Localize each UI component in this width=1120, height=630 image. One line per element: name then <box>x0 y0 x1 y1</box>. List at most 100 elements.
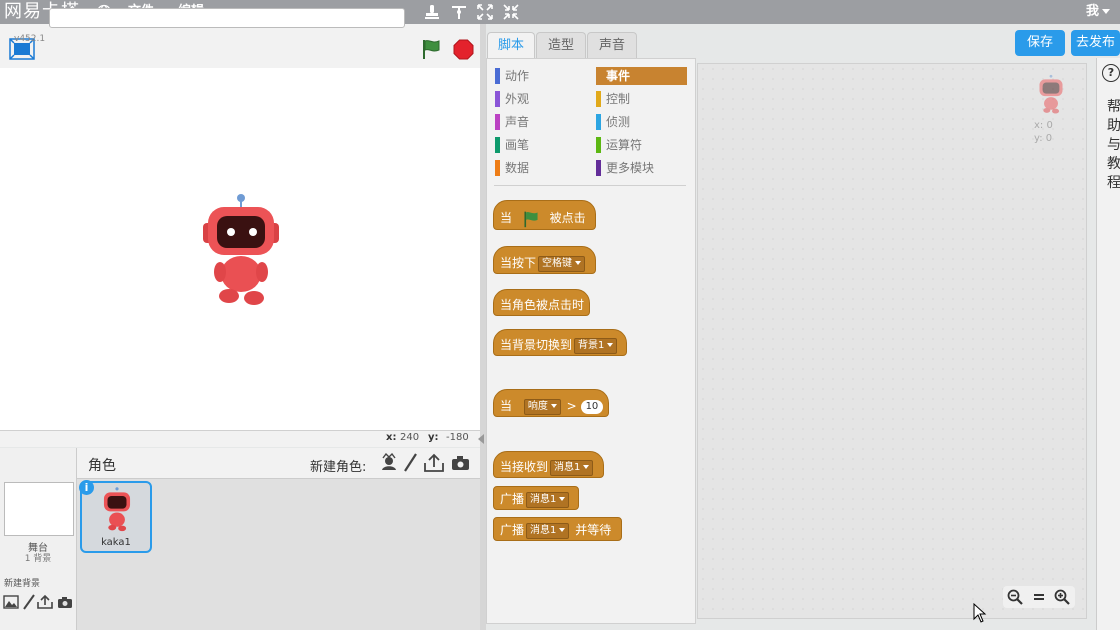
when-key-pressed-block[interactable]: 当按下 空格键 <box>493 246 596 274</box>
sensing-color-swatch <box>596 114 601 130</box>
sensor-dropdown[interactable]: 响度 <box>523 398 561 415</box>
upload-backdrop-icon[interactable] <box>37 594 53 609</box>
script-area[interactable]: x: 0 y: 0 <box>697 63 1087 619</box>
tab-scripts[interactable]: 脚本 <box>487 32 535 60</box>
message-dropdown[interactable]: 消息1 <box>550 459 594 476</box>
operators-color-swatch <box>596 137 601 153</box>
new-backdrop-label: 新建背景 <box>4 579 41 589</box>
dropdown-arrow-icon <box>575 260 582 265</box>
when-receive-block[interactable]: 当接收到 消息1 <box>493 451 604 478</box>
category-sound[interactable]: 声音 <box>495 113 585 131</box>
category-control[interactable]: 控制 <box>596 90 686 108</box>
category-motion[interactable]: 动作 <box>495 67 585 85</box>
dropdown-arrow-icon <box>559 527 566 532</box>
dropdown-value: 消息1 <box>530 493 557 505</box>
robot-sprite-icon[interactable] <box>198 192 284 306</box>
category-operators-label: 运算符 <box>606 138 643 152</box>
dropdown-value: 响度 <box>527 400 548 412</box>
palette-separator <box>494 185 686 186</box>
sprite-header <box>77 448 480 479</box>
events-color-swatch <box>596 68 601 84</box>
zoom-controls <box>1003 586 1075 608</box>
grow-icon[interactable] <box>476 3 494 21</box>
green-flag-icon <box>524 211 538 227</box>
block-text: 当角色被点击时 <box>500 298 585 312</box>
zoom-out-icon[interactable] <box>1007 589 1023 605</box>
message-dropdown[interactable]: 消息1 <box>526 522 570 539</box>
block-text: 当按下 <box>500 256 537 270</box>
publish-button[interactable]: 去发布 <box>1071 30 1120 56</box>
zoom-reset-icon[interactable] <box>1031 589 1047 605</box>
stage-y-value: -180 <box>446 432 469 443</box>
control-color-swatch <box>596 91 601 107</box>
message-dropdown[interactable]: 消息1 <box>526 491 570 508</box>
shrink-icon[interactable] <box>502 3 520 21</box>
duplicate-stamp-icon[interactable] <box>423 3 441 21</box>
mouse-cursor-icon <box>973 603 987 623</box>
category-sensing[interactable]: 侦测 <box>596 113 686 131</box>
category-pen[interactable]: 画笔 <box>495 136 585 154</box>
upload-sprite-icon[interactable] <box>424 453 444 472</box>
sprite-info-icon[interactable]: i <box>79 480 94 495</box>
stop-icon[interactable] <box>453 39 474 60</box>
broadcast-and-wait-block[interactable]: 广播 消息1 并等待 <box>493 517 622 541</box>
stage-y-label: y: <box>428 432 439 443</box>
category-data[interactable]: 数据 <box>495 159 585 177</box>
category-pen-label: 画笔 <box>505 138 530 152</box>
category-events[interactable]: 事件 <box>596 67 687 85</box>
category-sound-label: 声音 <box>505 115 530 129</box>
green-flag-icon[interactable] <box>420 38 442 60</box>
when-backdrop-switches-block[interactable]: 当背景切换到 背景1 <box>493 329 627 356</box>
camera-backdrop-icon[interactable] <box>57 596 73 609</box>
tab-costumes[interactable]: 造型 <box>536 32 586 59</box>
category-operators[interactable]: 运算符 <box>596 136 686 154</box>
loudness-value-input[interactable]: 10 <box>580 399 604 414</box>
backdrop-library-icon[interactable] <box>3 595 19 609</box>
when-loudness-block[interactable]: 当 响度 > 10 <box>493 389 609 417</box>
camera-sprite-icon[interactable] <box>451 455 470 471</box>
save-button[interactable]: 保存 <box>1015 30 1065 56</box>
category-motion-label: 动作 <box>505 69 530 83</box>
cut-scissors-icon[interactable] <box>450 3 468 21</box>
when-sprite-clicked-block[interactable]: 当角色被点击时 <box>493 289 590 316</box>
sprite-preview-icon <box>1039 74 1063 114</box>
project-name-input[interactable] <box>49 8 405 28</box>
user-menu[interactable]: 我 <box>1086 0 1111 24</box>
new-sprite-label: 新建角色: <box>310 460 367 475</box>
dropdown-arrow-icon <box>607 342 614 347</box>
dropdown-value: 消息1 <box>554 461 581 473</box>
category-sensing-label: 侦测 <box>606 115 631 129</box>
sprite-library-icon[interactable] <box>379 453 399 473</box>
category-more-blocks[interactable]: 更多模块 <box>596 159 686 177</box>
block-operator: > <box>566 399 577 413</box>
broadcast-block[interactable]: 广播 消息1 <box>493 486 579 510</box>
help-tutorial-link[interactable]: 帮助与教程 <box>1107 98 1120 193</box>
block-text: 当 <box>500 211 513 225</box>
block-text: 被点击 <box>549 211 586 225</box>
block-text: 广播 <box>500 523 525 537</box>
motion-color-swatch <box>495 68 500 84</box>
sprite-y-readout: y: 0 <box>1034 133 1052 144</box>
help-icon[interactable]: ? <box>1102 64 1120 82</box>
block-text: 广播 <box>500 492 525 506</box>
key-dropdown[interactable]: 空格键 <box>538 255 586 272</box>
data-color-swatch <box>495 160 500 176</box>
collapse-arrow-icon[interactable] <box>478 434 484 444</box>
stage-x-value: 240 <box>400 432 420 443</box>
category-looks-label: 外观 <box>505 92 530 106</box>
block-text: 当 <box>500 399 513 413</box>
backdrop-dropdown[interactable]: 背景1 <box>574 337 618 354</box>
paint-sprite-icon[interactable] <box>402 453 418 473</box>
category-looks[interactable]: 外观 <box>495 90 585 108</box>
robot-thumbnail-icon <box>103 487 131 532</box>
more-blocks-color-swatch <box>596 160 601 176</box>
stage-thumbnail[interactable] <box>4 482 74 536</box>
stage-header <box>0 24 480 69</box>
when-flag-clicked-block[interactable]: 当 被点击 <box>493 200 596 230</box>
stage-coordinates: x: 240 y: -180 <box>0 431 480 447</box>
stage-canvas[interactable] <box>0 68 480 431</box>
block-text: 并等待 <box>575 523 612 537</box>
zoom-in-icon[interactable] <box>1054 589 1070 605</box>
tab-sounds[interactable]: 声音 <box>587 32 637 59</box>
paint-backdrop-icon[interactable] <box>22 594 36 610</box>
